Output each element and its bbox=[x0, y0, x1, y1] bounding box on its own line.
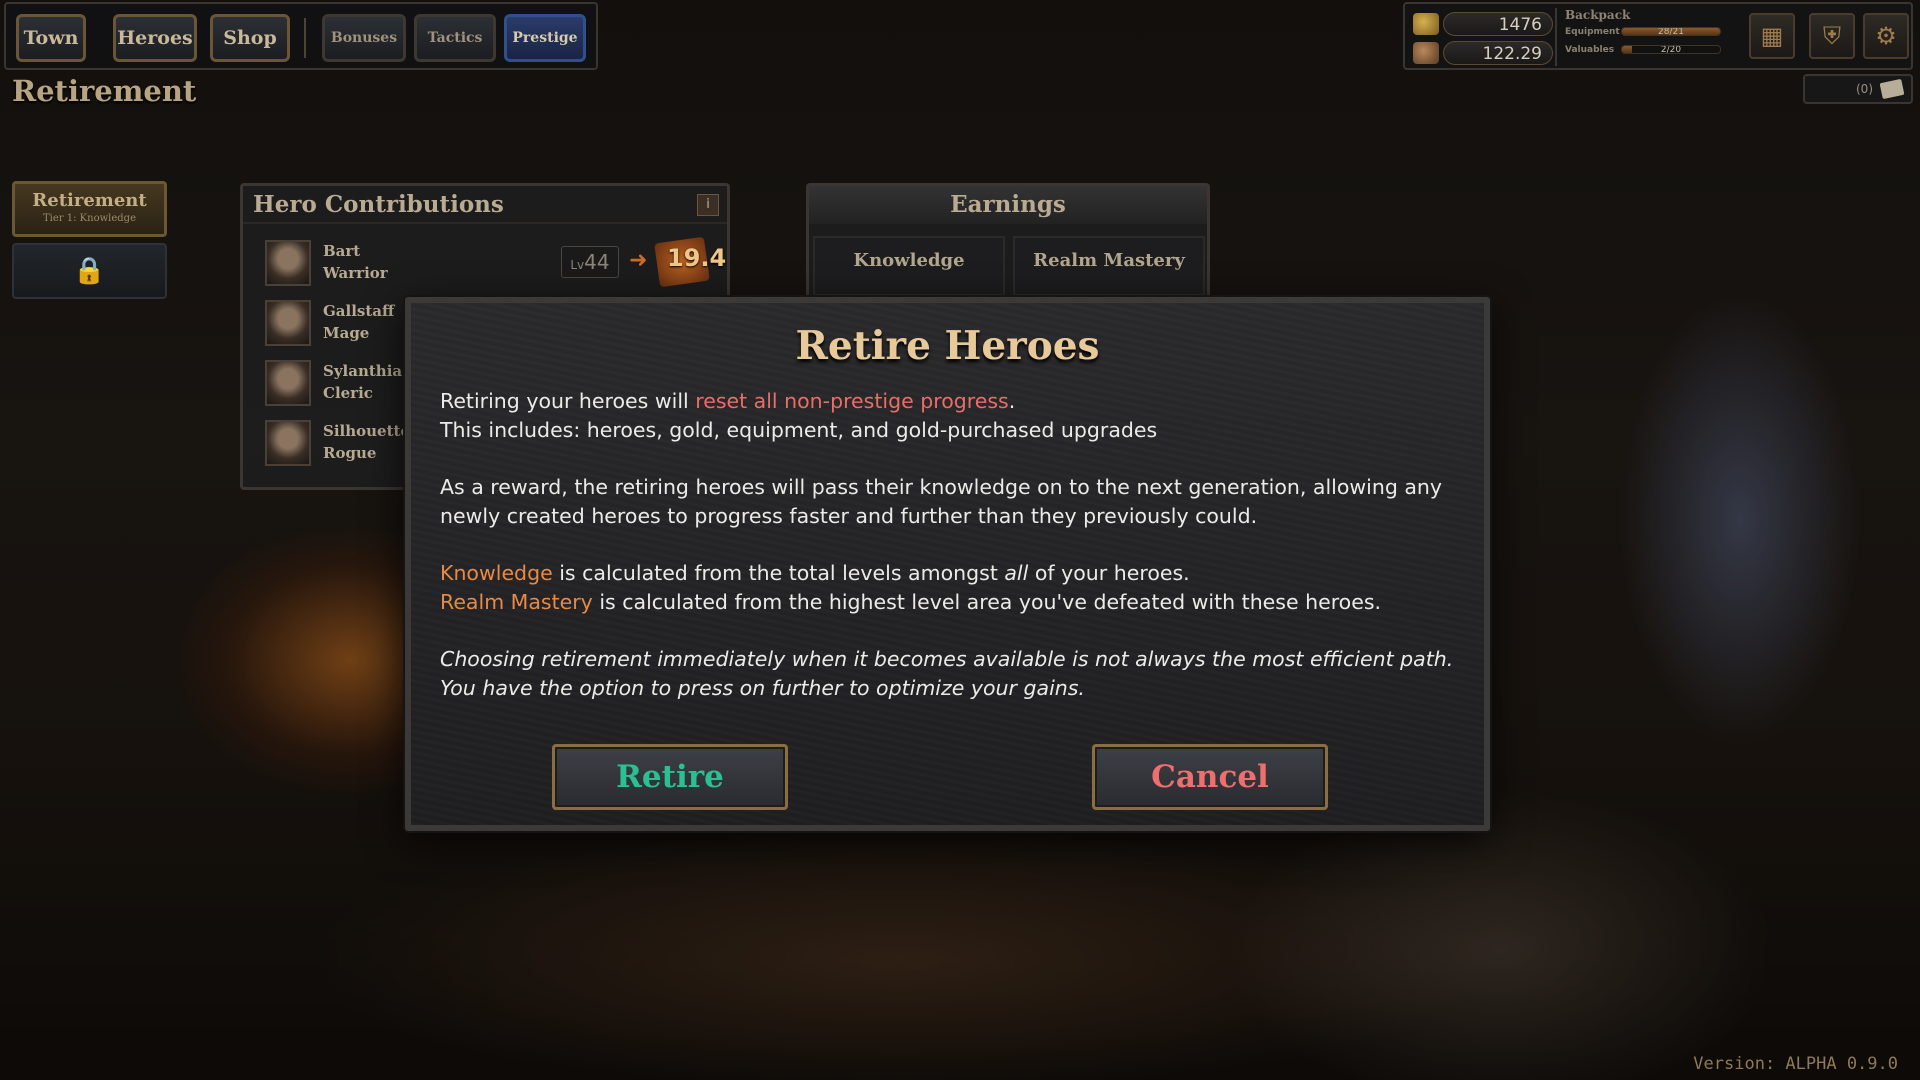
earnings-knowledge-column: Knowledge bbox=[813, 236, 1005, 296]
tier-title: Retirement bbox=[32, 190, 147, 211]
tier-subtitle: Tier 1: Knowledge bbox=[43, 213, 136, 224]
hero-level-box: Lv44 bbox=[561, 246, 619, 278]
modal-text: is calculated from the highest level are… bbox=[592, 590, 1382, 614]
shield-icon[interactable]: ⛨ bbox=[1809, 13, 1855, 59]
modal-paragraph-reset: Retiring your heroes will reset all non-… bbox=[440, 387, 1470, 445]
valuables-label: Valuables bbox=[1565, 44, 1615, 55]
version-label: Version: ALPHA 0.9.0 bbox=[1693, 1054, 1898, 1074]
cancel-button[interactable]: Cancel bbox=[1092, 744, 1328, 810]
valuables-value: 2/20 bbox=[1660, 45, 1682, 54]
backpack-title: Backpack bbox=[1565, 8, 1631, 22]
locked-tier-slot: 🔒 bbox=[12, 243, 167, 299]
gem-pile-icon bbox=[1413, 42, 1439, 64]
modal-paragraph-calculation: Knowledge is calculated from the total l… bbox=[440, 559, 1470, 617]
gold-value: 1476 bbox=[1443, 12, 1553, 36]
modal-body: Retiring your heroes will reset all non-… bbox=[440, 387, 1470, 731]
gold-row: 1476 bbox=[1413, 11, 1553, 37]
hero-portrait bbox=[265, 360, 311, 406]
modal-paragraph-advice: Choosing retirement immediately when it … bbox=[440, 647, 1454, 700]
hero-portrait bbox=[265, 420, 311, 466]
valuables-bar: 2/20 bbox=[1621, 45, 1721, 54]
mail-button[interactable]: (0) bbox=[1803, 74, 1913, 104]
nav-shop-button[interactable]: Shop bbox=[210, 14, 290, 62]
hero-class: Cleric bbox=[323, 384, 373, 402]
level-prefix: Lv bbox=[570, 258, 585, 272]
hero-knowledge-value: 19.4 bbox=[667, 244, 727, 272]
hero-name: Gallstaff bbox=[323, 302, 395, 320]
backpack-panel[interactable]: Backpack Equipment 28/21 Valuables 2/20 bbox=[1555, 8, 1731, 66]
reset-warning-highlight: reset all non-prestige progress bbox=[695, 389, 1009, 413]
retire-button[interactable]: Retire bbox=[552, 744, 788, 810]
resources-panel: 1476 122.29 Backpack Equipment 28/21 Val… bbox=[1403, 2, 1913, 70]
gear-icon[interactable]: ⚙ bbox=[1863, 13, 1909, 59]
modal-paragraph-reward: As a reward, the retiring heroes will pa… bbox=[440, 475, 1443, 528]
modal-text-emphasis: all bbox=[1004, 561, 1029, 585]
hero-name: Silhouette bbox=[323, 422, 410, 440]
modal-text: Retiring your heroes will bbox=[440, 389, 696, 413]
equipment-value: 28/21 bbox=[1658, 27, 1684, 36]
mail-icon bbox=[1879, 78, 1905, 100]
modal-text: This includes: heroes, gold, equipment, … bbox=[440, 418, 1158, 442]
arrow-right-icon: ➜ bbox=[629, 248, 648, 273]
nav-tactics-button[interactable]: Tactics bbox=[414, 14, 496, 62]
hero-name: Sylanthia bbox=[323, 362, 403, 380]
hero-class: Warrior bbox=[323, 264, 388, 282]
hero-class: Mage bbox=[323, 324, 370, 342]
modal-title: Retire Heroes bbox=[795, 323, 1100, 369]
hero-level: 44 bbox=[584, 250, 610, 274]
equipment-label: Equipment bbox=[1565, 26, 1620, 37]
secondary-currency-row: 122.29 bbox=[1413, 40, 1553, 66]
gold-coins-icon bbox=[1413, 13, 1439, 35]
hero-class: Rogue bbox=[323, 444, 377, 462]
nav-bonuses-button[interactable]: Bonuses bbox=[322, 14, 406, 62]
modal-text: is calculated from the total levels amon… bbox=[552, 561, 1005, 585]
retirement-tier-button[interactable]: Retirement Tier 1: Knowledge bbox=[12, 181, 167, 237]
earnings-panel: Earnings Knowledge Realm Mastery bbox=[806, 183, 1210, 303]
nav-separator bbox=[304, 18, 306, 58]
knowledge-highlight: Knowledge bbox=[440, 561, 553, 585]
nav-prestige-button[interactable]: Prestige bbox=[504, 14, 586, 62]
info-icon[interactable]: i bbox=[697, 194, 719, 216]
hero-portrait bbox=[265, 300, 311, 346]
hero-row: Bart Warrior Lv44 ➜ 19.4 bbox=[265, 236, 726, 292]
page-title: Retirement bbox=[12, 74, 197, 108]
realm-mastery-highlight: Realm Mastery bbox=[440, 590, 593, 614]
map-icon[interactable]: ▦ bbox=[1749, 13, 1795, 59]
nav-heroes-button[interactable]: Heroes bbox=[113, 14, 197, 62]
modal-text: . bbox=[1008, 389, 1016, 413]
hero-name: Bart bbox=[323, 242, 361, 260]
retire-heroes-modal: Retire Heroes Retiring your heroes will … bbox=[405, 297, 1490, 831]
mail-count: (0) bbox=[1856, 82, 1873, 96]
lock-icon: 🔒 bbox=[73, 256, 106, 286]
earnings-realm-mastery-column: Realm Mastery bbox=[1013, 236, 1205, 296]
hero-contributions-title: Hero Contributions bbox=[243, 186, 727, 224]
hero-portrait bbox=[265, 240, 311, 286]
secondary-currency-value: 122.29 bbox=[1443, 41, 1553, 65]
modal-text: of your heroes. bbox=[1028, 561, 1190, 585]
top-nav: Town Heroes Shop Bonuses Tactics Prestig… bbox=[4, 2, 598, 70]
nav-town-button[interactable]: Town bbox=[16, 14, 86, 62]
earnings-title: Earnings bbox=[809, 186, 1207, 224]
equipment-bar: 28/21 bbox=[1621, 27, 1721, 36]
